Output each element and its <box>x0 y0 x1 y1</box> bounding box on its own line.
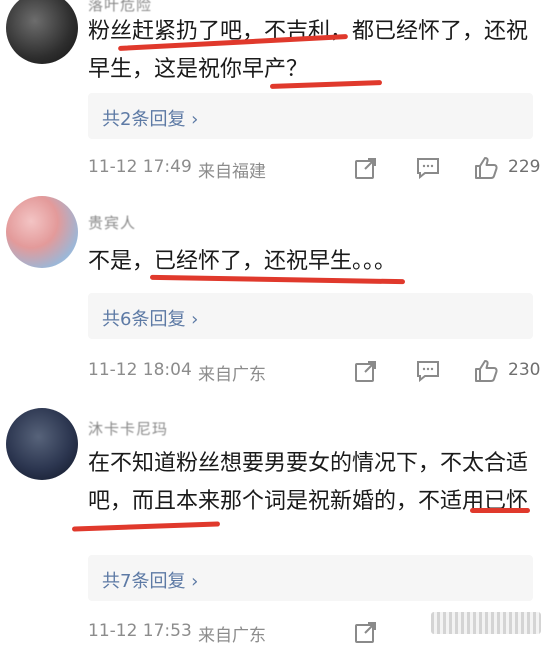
username[interactable]: 沐卡卡尼玛 <box>88 418 168 439</box>
view-replies-link[interactable]: 共6条回复 › <box>102 305 198 331</box>
view-replies-link[interactable]: 共2条回复 › <box>102 105 198 131</box>
timestamp: 11-12 17:49 <box>88 157 192 177</box>
avatar[interactable] <box>6 196 78 268</box>
reply-box[interactable]: 共7条回复 › <box>88 555 533 601</box>
location: 来自广东 <box>198 365 266 385</box>
avatar[interactable] <box>6 408 78 480</box>
like-count: 229 <box>508 157 541 177</box>
comment-text: 粉丝赶紧扔了吧，不吉利，都已经怀了，还祝早生，这是祝你早产？ <box>88 19 529 82</box>
location: 来自广东 <box>198 626 266 646</box>
timestamp: 11-12 17:53 <box>88 621 192 641</box>
reply-box[interactable]: 共2条回复 › <box>88 93 533 139</box>
username[interactable]: 贵宾人 <box>88 212 136 233</box>
comment-icon[interactable] <box>415 358 441 384</box>
watermark <box>431 612 541 634</box>
share-icon[interactable] <box>353 155 379 181</box>
avatar[interactable] <box>6 0 78 64</box>
location: 来自福建 <box>198 162 266 182</box>
share-icon[interactable] <box>353 619 379 645</box>
thumb-up-icon[interactable] <box>473 358 499 384</box>
highlight-underline <box>470 508 530 513</box>
view-replies-link[interactable]: 共7条回复 › <box>102 567 198 593</box>
comment-meta: 11-12 18:04 来自广东 230 <box>88 356 543 386</box>
highlight-underline <box>71 521 221 532</box>
comment-meta: 11-12 17:49 来自福建 229 <box>88 153 543 183</box>
reply-box[interactable]: 共6条回复 › <box>88 293 533 339</box>
comment-text: 在不知道粉丝想要男要女的情况下，不太合适吧，而且本来那个词是祝新婚的，不适用已怀 <box>88 451 529 514</box>
like-count: 230 <box>508 360 541 380</box>
share-icon[interactable] <box>353 358 379 384</box>
comment-icon[interactable] <box>415 155 441 181</box>
thumb-up-icon[interactable] <box>473 155 499 181</box>
timestamp: 11-12 18:04 <box>88 360 192 380</box>
